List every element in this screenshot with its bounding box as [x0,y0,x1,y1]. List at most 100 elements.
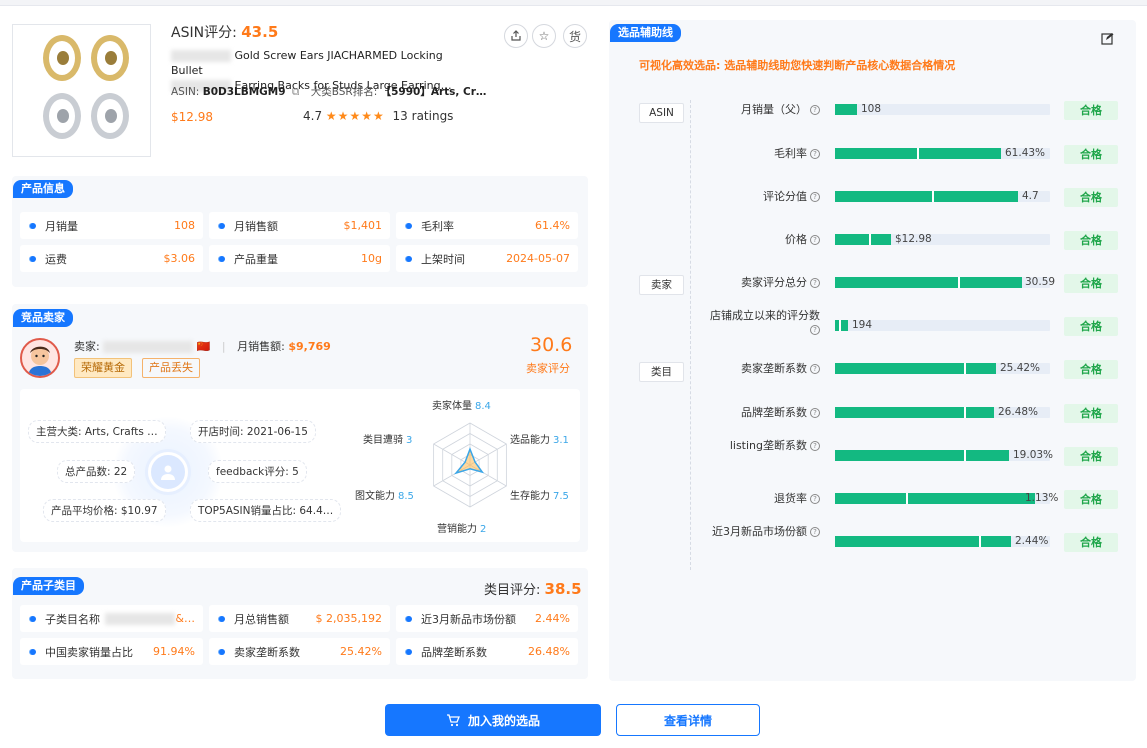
asin-score-label: ASIN评分: [171,25,237,41]
help-icon[interactable]: ? [810,105,820,115]
info-cell: 月总销售额 $ 2,035,192 [209,605,390,632]
help-icon[interactable]: ? [810,235,820,245]
help-icon[interactable]: ? [810,325,820,335]
info-cell-value: 61.4% [535,219,570,232]
metric-bar-value: 2.44% [1015,535,1049,547]
metric-bar-value: $12.98 [895,233,932,245]
metric-bar-track: 4.7 [835,190,1050,202]
seller-tag: 竞品卖家 [13,309,73,327]
metric-label-text: 评论分值 [763,190,807,203]
metric-bar-track: 1.13% [835,492,1058,504]
info-cell-value: $1,401 [343,219,383,232]
info-cell-label: 运费 [45,252,67,266]
info-cell: 子类目名称 &… [20,605,203,632]
help-icon[interactable]: ? [810,494,820,504]
info-cell-value: 108 [174,219,195,232]
metric-bar-track: 25.42% [835,362,1050,374]
metric-bar-track: 19.03% [835,449,1054,461]
metric-label-text: 月销量（父） [741,103,807,116]
metric-bar-separator [932,191,934,202]
bullet-icon [30,222,36,229]
metric-bar-track: 2.44% [835,535,1050,547]
asin-score: ASIN评分: 43.5 [171,22,278,42]
metric-bar-track: 108 [835,103,1050,115]
add-to-selection-button[interactable]: 加入我的选品 [385,704,601,736]
info-cell-value: 10g [361,252,382,265]
seller-avatar[interactable] [20,338,60,378]
info-cell-label: 产品重量 [234,252,278,266]
metric-bar-separator [964,407,966,418]
badge-product-lost: 产品丢失 [142,358,200,378]
metric-bar-fill [835,104,857,115]
earring-silver-2 [91,93,129,139]
metric-bar-fill [835,320,848,331]
info-cell: 月销售额 $1,401 [209,212,390,239]
info-cell-value: $3.06 [163,252,196,265]
help-icon[interactable]: ? [810,149,820,159]
radar-label-value: 2 [480,524,487,535]
metric-bar-value: 61.43% [1005,147,1046,159]
bullet-icon [219,648,225,655]
bsr-label: 大类BSR排名: [310,86,378,98]
selection-guide-tag: 选品辅助线 [610,24,681,42]
share-icon[interactable] [504,24,528,48]
user-icon [148,452,188,492]
product-price: $12.98 [171,110,213,124]
cart-icon [446,713,460,726]
radar-label: 选品能力 3.1 [510,431,569,446]
bullet-icon [219,222,225,229]
pass-badge: 合格 [1064,145,1118,164]
help-icon[interactable]: ? [810,192,820,202]
metric-bar-fill [835,191,1018,202]
help-icon[interactable]: ? [810,278,820,288]
top-nav-strip [0,0,1147,6]
metric-bar-fill [835,234,891,245]
copy-icon[interactable]: ⧉ [292,86,300,98]
metric-bar-fill [835,450,1009,461]
metric-bar-value: 194 [852,319,873,331]
radar-label: 营销能力 2 [437,520,486,535]
bullet-icon [406,255,412,262]
seller-score-label: 卖家评分 [526,362,570,375]
metric-label-text: 毛利率 [774,147,807,160]
info-cell: 卖家垄断系数 25.42% [209,638,390,665]
source-label: 货 [568,29,581,44]
help-icon[interactable]: ? [810,441,820,451]
metric-label-text: 卖家评分总分 [741,276,807,289]
category-score: 类目评分: 38.5 [484,579,582,598]
radar-label-text: 选品能力 [510,435,550,446]
edit-icon[interactable] [1101,32,1114,48]
asin-score-value: 43.5 [241,23,279,41]
help-icon[interactable]: ? [810,408,820,418]
metric-bar-value: 19.03% [1013,449,1054,461]
info-cell: 月销量 108 [20,212,203,239]
metric-bar-separator [979,536,981,547]
metric-bar-value: 26.48% [998,406,1039,418]
source-button[interactable]: 货 [563,24,587,48]
bullet-icon [30,648,36,655]
view-details-button[interactable]: 查看详情 [616,704,760,736]
bullet-icon [30,255,36,262]
help-icon[interactable]: ? [810,364,820,374]
star-outline-icon[interactable]: ☆ [532,24,556,48]
info-cell-value: &… [175,612,195,625]
seller-score-value: 30.6 [530,334,573,356]
pass-badge: 合格 [1064,317,1118,336]
seller-total-products: 总产品数: 22 [57,460,136,483]
earring-gold-2 [91,35,129,81]
category-score-value: 38.5 [544,580,582,598]
bullet-icon [30,615,36,622]
pass-badge: 合格 [1064,360,1118,379]
pass-badge: 合格 [1064,404,1118,423]
metric-bar-value: 4.7 [1022,190,1039,202]
bullet-icon [219,615,225,622]
product-rating: 4.7 ★★★★★ 13 ratings [303,109,453,123]
selection-guide-subtitle: 可视化高效选品: 选品辅助线助您快速判断产品核心数据合格情况 [639,59,956,72]
group-divider-line [690,100,691,570]
metric-label: 卖家评分总分? [700,276,820,290]
info-cell-value: 2024-05-07 [506,252,570,265]
help-icon[interactable]: ? [810,527,820,537]
group-tag-seller: 卖家 [639,275,684,295]
bullet-icon [406,648,412,655]
product-image[interactable] [12,24,151,157]
